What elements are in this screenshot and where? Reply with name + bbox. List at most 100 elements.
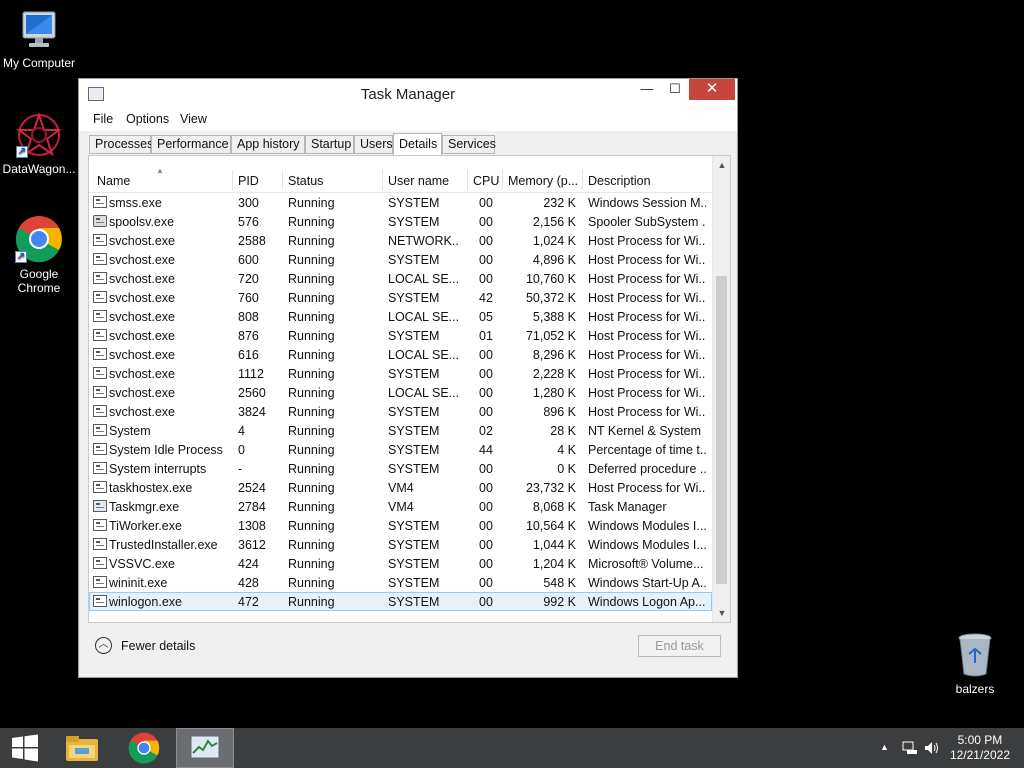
printer-icon [93, 215, 107, 227]
table-row[interactable]: svchost.exe 1112 Running SYSTEM 00 2,228 K Hos… [89, 364, 712, 383]
cell-cpu: 00 [479, 234, 493, 248]
cell-name: svchost.exe [109, 234, 176, 248]
tab-startup[interactable]: Startup [305, 135, 354, 154]
scroll-up-icon[interactable]: ▲ [713, 160, 731, 170]
table-row[interactable]: wininit.exe 428 Running SYSTEM 00 548 K Window… [89, 573, 712, 592]
process-icon [93, 367, 107, 379]
table-row[interactable]: svchost.exe 876 Running SYSTEM 01 71,052 K Hos… [89, 326, 712, 345]
start-button[interactable] [0, 728, 50, 768]
cell-cpu: 05 [479, 310, 493, 324]
clock[interactable]: 5:00 PM 12/21/2022 [950, 733, 1010, 763]
vertical-scrollbar[interactable]: ▲ ▼ [712, 156, 730, 622]
column-header-cpu[interactable]: CPU [473, 174, 503, 188]
cell-pid: 2588 [238, 234, 266, 248]
cell-name: taskhostex.exe [109, 481, 193, 495]
menu-view[interactable]: View [180, 112, 207, 126]
menu-bar: File Options View [79, 109, 737, 131]
table-row[interactable]: TiWorker.exe 1308 Running SYSTEM 00 10,564 K W… [89, 516, 712, 535]
tab-processes[interactable]: Processes [89, 135, 153, 154]
end-task-button[interactable]: End task [638, 635, 721, 657]
maximize-button[interactable]: ☐ [661, 79, 689, 100]
tab-performance[interactable]: Performance [151, 135, 231, 154]
menu-options[interactable]: Options [126, 112, 169, 126]
cell-status: Running [288, 538, 335, 552]
cell-pid: 4 [238, 424, 245, 438]
table-row[interactable]: svchost.exe 616 Running LOCAL SE... 00 8,296 … [89, 345, 712, 364]
cell-desc: NT Kernel & System [588, 424, 702, 438]
table-row[interactable]: svchost.exe 2560 Running LOCAL SE... 00 1,280… [89, 383, 712, 402]
table-row[interactable]: svchost.exe 2588 Running NETWORK... 00 1,024 … [89, 231, 712, 250]
cell-status: Running [288, 329, 335, 343]
process-icon [93, 481, 107, 493]
table-row[interactable]: System interrupts - Running SYSTEM 00 0 K Defe… [89, 459, 712, 478]
cell-mem: 896 K [543, 405, 576, 419]
table-row[interactable]: svchost.exe 720 Running LOCAL SE... 00 10,760… [89, 269, 712, 288]
tab-details[interactable]: Details [393, 133, 442, 156]
cell-desc: Windows Session M... [588, 196, 706, 210]
cell-user: SYSTEM [388, 291, 440, 305]
tab-services[interactable]: Services [442, 135, 496, 154]
show-hidden-icons-button[interactable]: ▲ [880, 742, 889, 752]
table-row[interactable]: svchost.exe 3824 Running SYSTEM 00 896 K Host … [89, 402, 712, 421]
table-row[interactable]: Taskmgr.exe 2784 Running VM4 00 8,068 K Task M… [89, 497, 712, 516]
chrome-icon: ↗ [15, 215, 63, 263]
table-row[interactable]: smss.exe 300 Running SYSTEM 00 232 K Windows S… [89, 193, 712, 212]
close-button[interactable]: ✕ [689, 79, 735, 100]
cell-mem: 8,296 K [532, 348, 576, 362]
tab-users[interactable]: Users [354, 135, 393, 154]
taskbar-file-explorer[interactable] [55, 728, 111, 768]
title-bar[interactable]: Task Manager — ☐ ✕ [79, 79, 737, 109]
desktop-icon-google-chrome[interactable]: ↗ Google Chrome [0, 215, 78, 295]
cell-desc: Windows Start-Up A... [588, 576, 706, 590]
cell-pid: 472 [238, 595, 259, 609]
network-icon[interactable] [902, 741, 918, 755]
cell-cpu: 00 [479, 557, 493, 571]
table-row[interactable]: VSSVC.exe 424 Running SYSTEM 00 1,204 K Micros… [89, 554, 712, 573]
column-header-status[interactable]: Status [288, 174, 378, 188]
desktop-icon-datawagon[interactable]: ↗ DataWagon... [0, 111, 78, 176]
table-row[interactable]: taskhostex.exe 2524 Running VM4 00 23,732 K Ho… [89, 478, 712, 497]
cell-name: svchost.exe [109, 386, 176, 400]
taskbar-task-manager[interactable] [176, 728, 234, 768]
desktop-icon-my-computer[interactable]: My Computer [0, 10, 78, 70]
cell-mem: 1,280 K [532, 386, 576, 400]
column-header-description[interactable]: Description [588, 174, 708, 188]
column-header-pid[interactable]: PID [238, 174, 278, 188]
column-header-user-name[interactable]: User name [388, 174, 463, 188]
table-row[interactable]: spoolsv.exe 576 Running SYSTEM 00 2,156 K Spoo… [89, 212, 712, 231]
process-icon [93, 519, 107, 531]
cell-cpu: 00 [479, 348, 493, 362]
menu-file[interactable]: File [93, 112, 113, 126]
cell-status: Running [288, 557, 335, 571]
process-icon [93, 405, 107, 417]
volume-icon[interactable] [924, 741, 940, 755]
cell-pid: 2560 [238, 386, 266, 400]
table-row[interactable]: svchost.exe 808 Running LOCAL SE... 05 5,388 … [89, 307, 712, 326]
cell-status: Running [288, 386, 335, 400]
tab-app-history[interactable]: App history [231, 135, 305, 154]
taskbar-google-chrome[interactable] [116, 728, 172, 768]
datawagon-icon: ↗ [16, 111, 62, 158]
table-row[interactable]: TrustedInstaller.exe 3612 Running SYSTEM 00 1… [89, 535, 712, 554]
table-row[interactable]: System Idle Process 0 Running SYSTEM 44 4 K Pe… [89, 440, 712, 459]
cell-status: Running [288, 196, 335, 210]
cell-cpu: 01 [479, 329, 493, 343]
column-header-memory[interactable]: Memory (p... [508, 174, 580, 188]
cell-desc: Host Process for Wi... [588, 386, 706, 400]
cell-name: svchost.exe [109, 272, 176, 286]
scrollbar-thumb[interactable] [716, 276, 727, 584]
cell-cpu: 00 [479, 538, 493, 552]
table-row[interactable]: winlogon.exe 472 Running SYSTEM 00 992 K Windo… [89, 592, 712, 611]
scroll-down-icon[interactable]: ▼ [713, 608, 731, 618]
table-row[interactable]: svchost.exe 600 Running SYSTEM 00 4,896 K Host… [89, 250, 712, 269]
cell-name: wininit.exe [109, 576, 168, 590]
minimize-button[interactable]: — [633, 79, 661, 100]
cell-mem: 992 K [543, 595, 576, 609]
table-row[interactable]: System 4 Running SYSTEM 02 28 K NT Kernel & Sy… [89, 421, 712, 440]
table-row[interactable]: svchost.exe 760 Running SYSTEM 42 50,372 K Hos… [89, 288, 712, 307]
cell-name: TrustedInstaller.exe [109, 538, 218, 552]
desktop-icon-recycle-bin[interactable]: balzers [936, 632, 1014, 696]
cell-pid: 3824 [238, 405, 266, 419]
column-header-name[interactable]: Name [97, 174, 227, 188]
cell-desc: Deferred procedure ... [588, 462, 706, 476]
